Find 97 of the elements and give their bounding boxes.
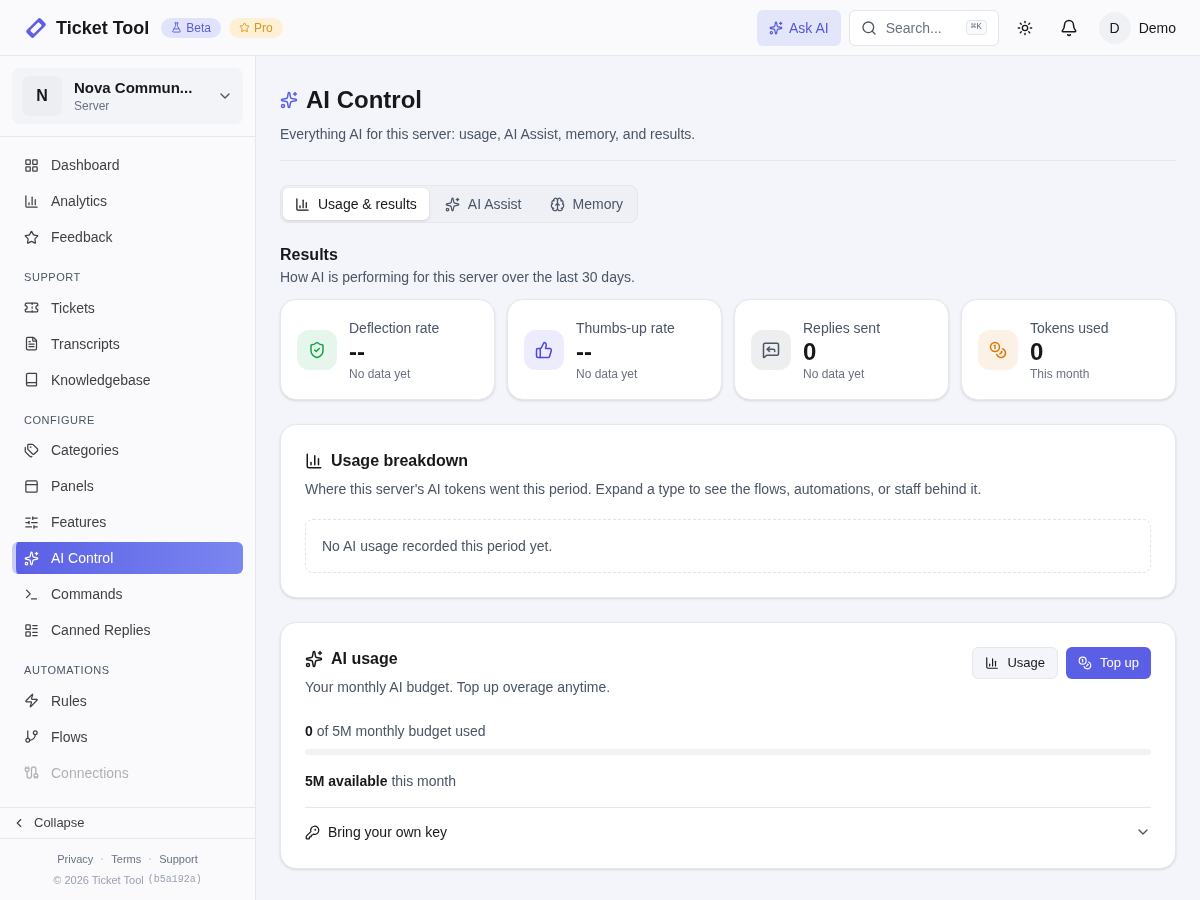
star-icon	[24, 229, 39, 245]
search-icon	[860, 19, 877, 36]
stat-label: Tokens used	[1030, 318, 1109, 338]
section-subtitle: How AI is performing for this server over the last 30 days.	[280, 268, 636, 287]
section-heading: CONFIGURE	[23, 412, 96, 428]
page-subtitle: Everything AI for this server: usage, AI Assist, memory, and results.	[280, 125, 697, 144]
nav-item[interactable]: Flows	[12, 720, 243, 753]
star-icon	[239, 22, 251, 33]
tab[interactable]: AI Assist	[432, 188, 534, 220]
bar-chart-icon	[985, 656, 1000, 670]
coins-icon	[989, 340, 1007, 359]
collapse-button[interactable]: Collapse	[0, 807, 255, 839]
footer-link[interactable]: Terms	[111, 851, 142, 868]
card-subtitle: Your monthly AI budget. Top up overage anytime.	[305, 678, 611, 697]
key-icon	[305, 824, 320, 840]
stat-note: This month	[1030, 365, 1091, 382]
sliders-icon	[24, 514, 39, 530]
byok-toggle[interactable]: Bring your own key	[305, 808, 1151, 856]
nav-item[interactable]: Tickets	[12, 291, 243, 324]
sun-icon	[1016, 19, 1033, 36]
stat-label: Replies sent	[803, 318, 881, 338]
ticket-icon	[24, 300, 39, 315]
copyright-text: © 2026 Ticket Tool	[53, 872, 144, 888]
list-icon	[24, 622, 39, 638]
nav-item[interactable]: AI Control	[12, 542, 243, 574]
nav-item[interactable]: Commands	[12, 578, 243, 610]
nav-item[interactable]: Categories	[12, 434, 243, 466]
sparkles-icon	[305, 650, 323, 668]
stat-label: Deflection rate	[349, 318, 440, 338]
nav-item[interactable]: Dashboard	[12, 149, 243, 181]
nav-item[interactable]: Rules	[12, 684, 243, 717]
sparkles-icon	[768, 20, 783, 35]
bar-chart-icon	[305, 452, 323, 470]
section-heading: SUPPORT	[23, 270, 82, 285]
cable-icon	[24, 765, 39, 780]
sparkles-icon	[280, 91, 298, 109]
grid-icon	[24, 157, 39, 173]
panel-icon	[24, 478, 39, 494]
nav-item[interactable]: Panels	[12, 470, 243, 502]
user-menu[interactable]: D Demo	[1098, 11, 1176, 44]
shield-check-icon	[308, 340, 326, 359]
stat-note: No data yet	[349, 365, 412, 382]
page-title: AI Control	[306, 85, 422, 115]
nav-item[interactable]: Transcripts	[12, 327, 243, 360]
budget-available-text: 5M available this month	[305, 772, 457, 791]
nav-item[interactable]: Canned Replies	[12, 614, 243, 646]
server-name: Nova Commun...	[74, 78, 193, 98]
tags-icon	[24, 442, 39, 458]
footer-link[interactable]: Privacy	[57, 851, 94, 868]
branch-icon	[24, 729, 39, 744]
plan-badge: Beta	[161, 17, 222, 38]
bar-chart-icon	[24, 193, 39, 209]
top-up-button[interactable]: Top up	[1065, 647, 1151, 679]
nav-item[interactable]: Knowledgebase	[12, 363, 243, 396]
stat-value: --	[349, 337, 366, 366]
document-icon	[24, 336, 39, 351]
bell-icon	[1059, 18, 1078, 37]
nav-item[interactable]: Analytics	[12, 185, 243, 217]
nav-item[interactable]: Feedback	[12, 221, 243, 253]
stat-label: Thumbs-up rate	[576, 318, 675, 338]
stat-note: No data yet	[576, 365, 639, 382]
section-title: Results	[280, 245, 339, 265]
brand-name: Ticket Tool	[56, 16, 150, 40]
terminal-icon	[24, 586, 39, 602]
sparkles-icon	[444, 196, 460, 212]
user-avatar: D	[1098, 11, 1131, 44]
flask-icon	[171, 22, 183, 33]
bar-chart-icon	[295, 196, 310, 212]
stat-value: 0	[1030, 337, 1045, 366]
card-subtitle: Where this server's AI tokens went this period. Expand a type to see the flows, automations, or staff behind it.	[305, 480, 983, 499]
server-switcher[interactable]: N Nova Commun... Server	[12, 68, 243, 124]
build-hash: (b5a192a)	[147, 873, 202, 888]
tab[interactable]: Memory	[537, 188, 636, 220]
lightning-icon	[24, 693, 39, 708]
card-title: AI usage	[331, 649, 398, 669]
server-avatar: N	[22, 76, 62, 116]
stat-value: --	[576, 337, 593, 366]
stat-value: 0	[803, 337, 818, 366]
message-reply-icon	[762, 340, 780, 359]
tab[interactable]: Usage & results	[283, 188, 429, 220]
brain-icon	[549, 196, 565, 212]
plan-badge: Pro	[229, 17, 283, 38]
section-heading: AUTOMATIONS	[23, 663, 111, 678]
coins-icon	[1077, 656, 1092, 670]
sparkles-icon	[24, 550, 39, 566]
ask-ai-button[interactable]: Ask AI	[756, 9, 841, 46]
budget-used-text: 0 of 5M monthly budget used	[305, 722, 487, 741]
usage-button[interactable]: Usage	[972, 647, 1058, 679]
stat-note: No data yet	[803, 365, 866, 382]
card-title: Usage breakdown	[331, 451, 468, 471]
server-role: Server	[74, 98, 110, 114]
nav-item[interactable]: Features	[12, 506, 243, 538]
empty-state: No AI usage recorded this period yet.	[305, 519, 1151, 573]
thumbs-up-icon	[535, 340, 553, 359]
footer-link[interactable]: Support	[159, 851, 198, 868]
user-name: Demo	[1138, 18, 1176, 38]
book-icon	[24, 372, 39, 387]
